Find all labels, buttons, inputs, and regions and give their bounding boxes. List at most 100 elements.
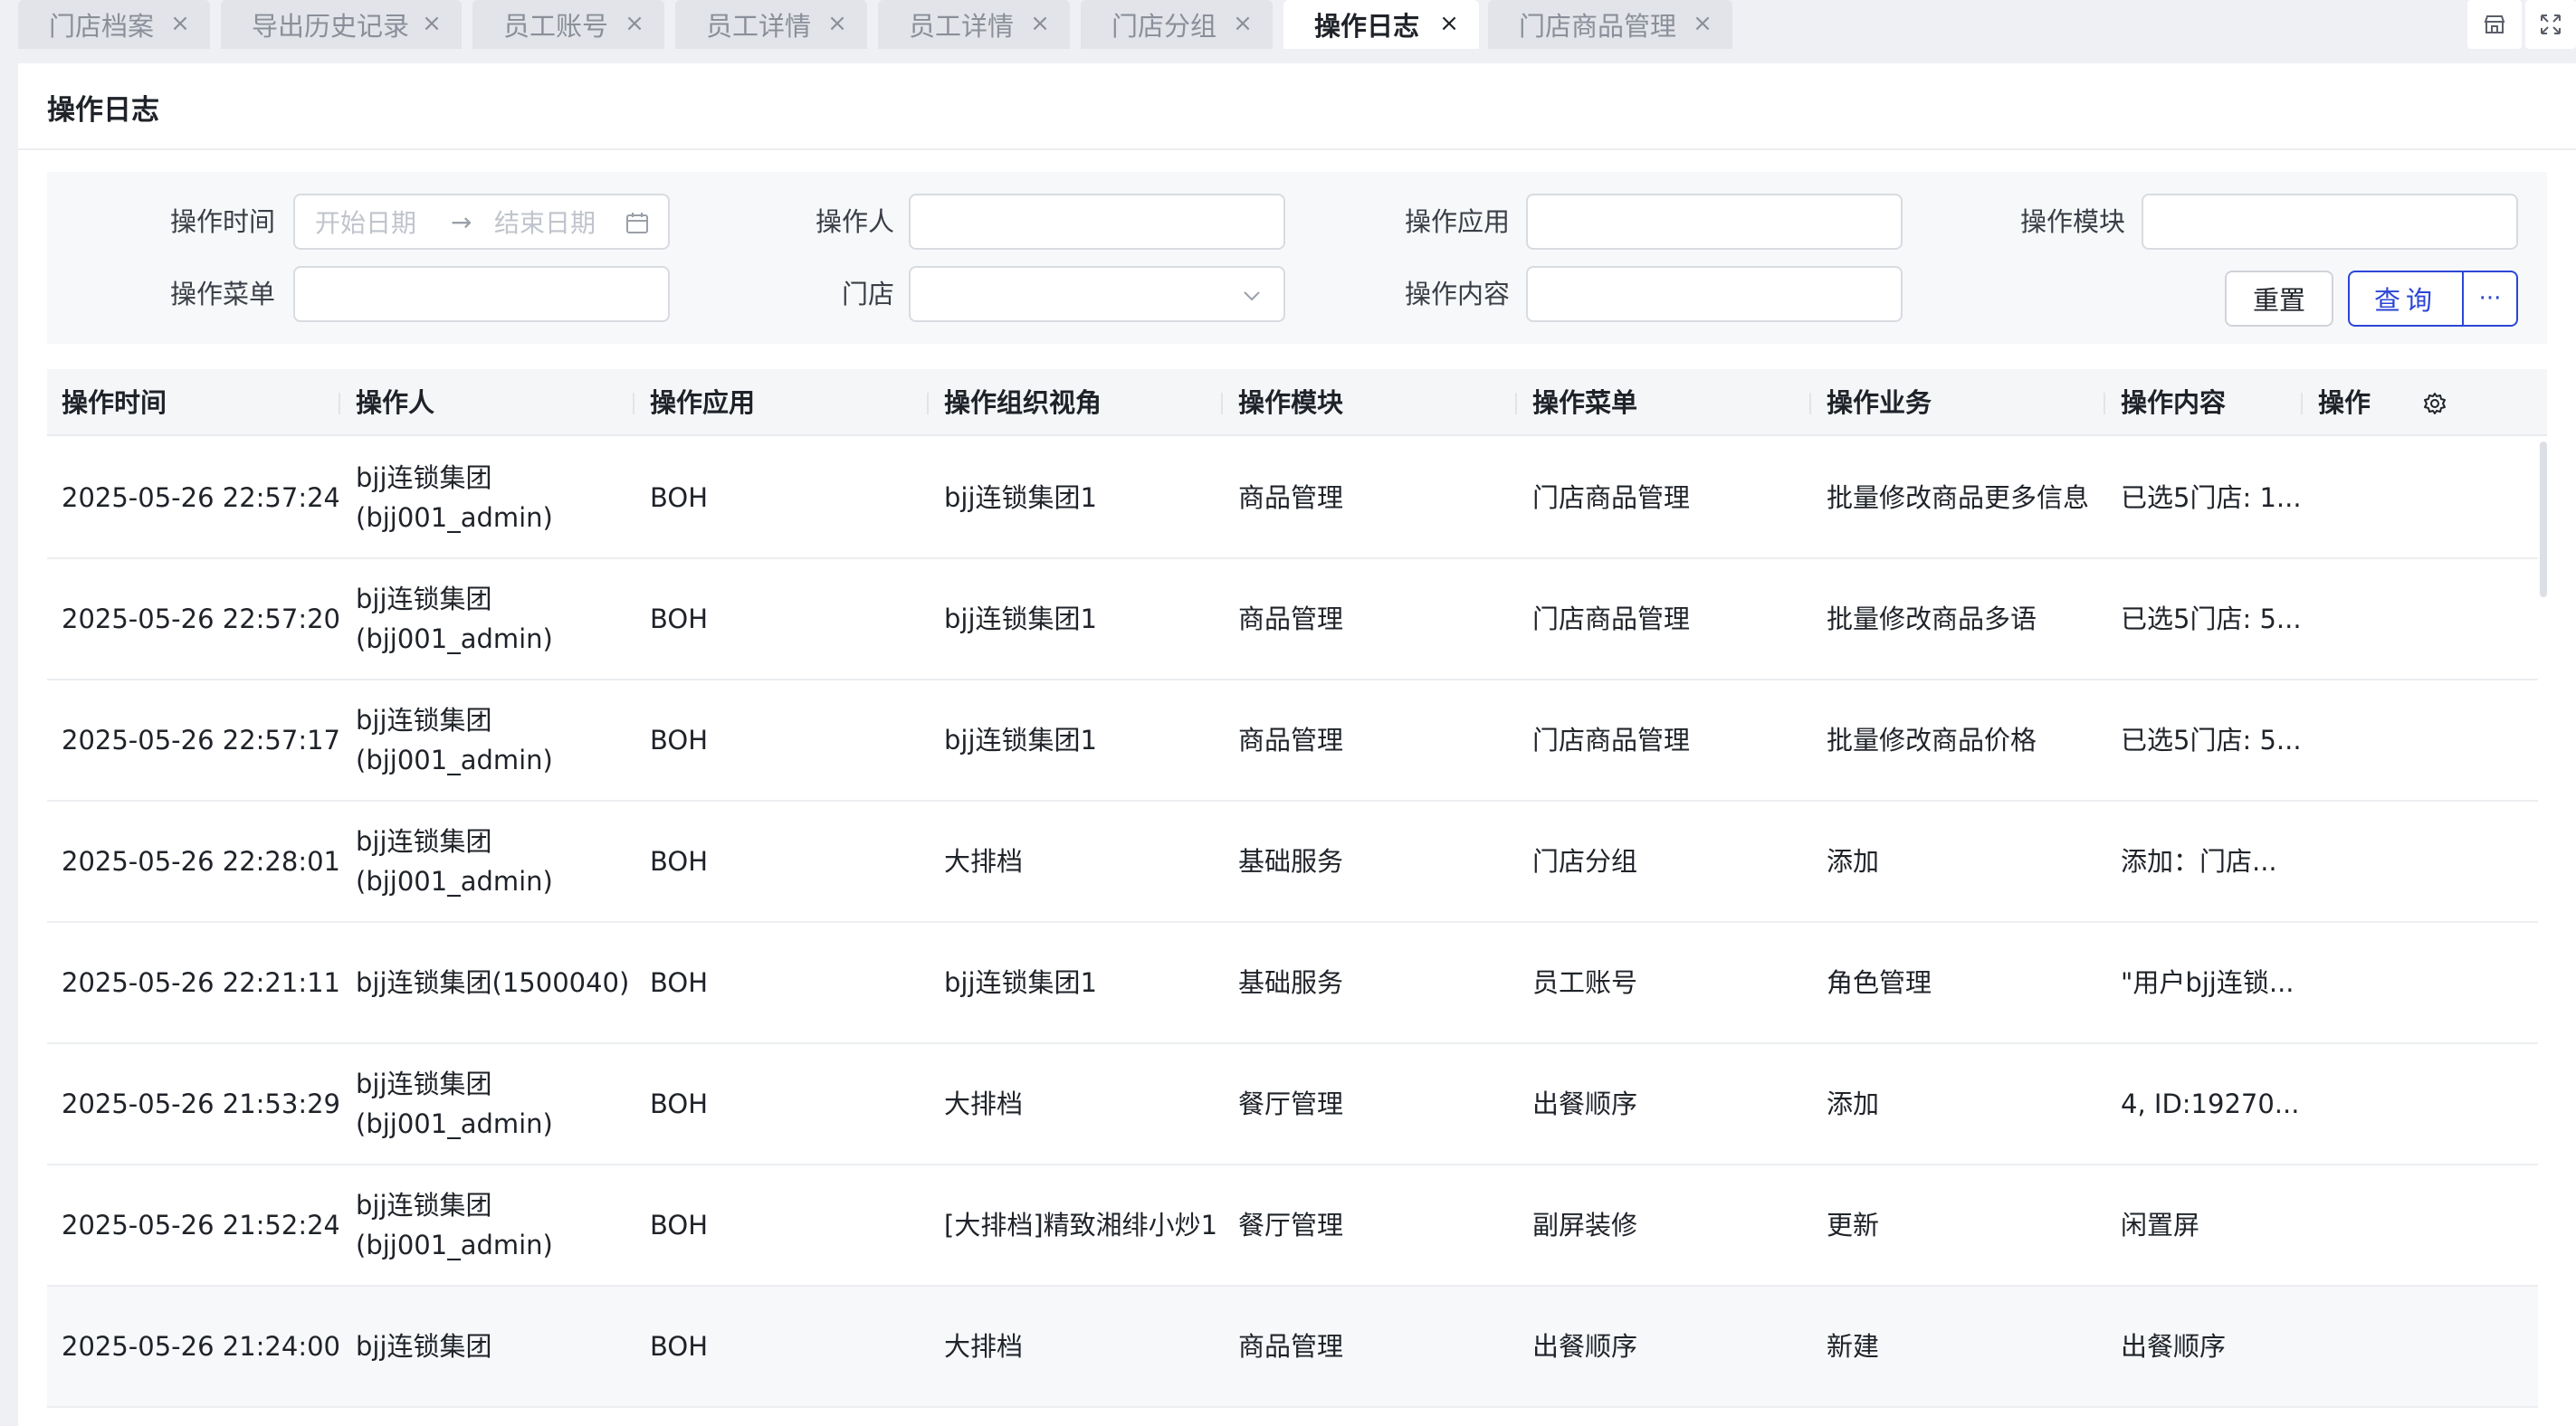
tab-store-product-mgmt[interactable]: 门店商品管理 ×: [1488, 0, 1732, 49]
tab-bar: 门店档案 × 导出历史记录 × 员工账号 × 员工详情 × 员工详情 × 门店分…: [0, 0, 2576, 49]
tab-operation-log[interactable]: 操作日志 ×: [1283, 0, 1479, 49]
gear-icon[interactable]: [2422, 391, 2447, 416]
cell-content: 出餐顺序: [2106, 1287, 2301, 1406]
table-row[interactable]: 2025-05-26 22:28:01 bjj连锁集团 (bjj001_admin)…: [47, 802, 2538, 923]
cell-content: 4, ID:19270...: [2106, 1044, 2301, 1164]
calendar-icon: [626, 213, 648, 233]
cell-operator: bjj连锁集团 (bjj001_admin): [341, 559, 633, 679]
close-icon[interactable]: ×: [621, 10, 648, 37]
tab-store-group[interactable]: 门店分组 ×: [1081, 0, 1273, 49]
menu-input[interactable]: [293, 266, 670, 322]
cell-actions: [2304, 438, 2547, 557]
cell-op-time: 2025-05-26 21:52:24: [47, 1165, 339, 1285]
cell-operator: bjj连锁集团(1500040): [341, 923, 633, 1042]
store-label: 门店: [841, 279, 894, 309]
table-row[interactable]: 2025-05-26 22:57:24 bjj连锁集团 (bjj001_admin)…: [47, 438, 2538, 559]
cell-org-view: bjj连锁集团1: [930, 559, 1221, 679]
close-icon[interactable]: ×: [1229, 10, 1256, 37]
more-button[interactable]: ···: [2462, 271, 2518, 327]
cell-org-view-text: bjj连锁集团1: [944, 604, 1097, 634]
query-button[interactable]: 查询: [2348, 271, 2464, 327]
tab-label: 员工详情: [909, 11, 1015, 42]
close-icon[interactable]: ×: [418, 10, 445, 37]
date-range-picker[interactable]: 开始日期 → 结束日期: [293, 194, 670, 250]
fullscreen-button[interactable]: [2525, 0, 2576, 49]
col-op-time[interactable]: 操作时间: [47, 369, 167, 436]
table-row[interactable]: 2025-05-26 22:57:17 bjj连锁集团 (bjj001_admin)…: [47, 680, 2538, 802]
table-row[interactable]: 2025-05-26 22:21:11 bjj连锁集团(1500040) BOH bj…: [47, 923, 2538, 1044]
cell-menu: 副屏装修: [1518, 1165, 1809, 1285]
cell-app-text: BOH: [650, 725, 709, 756]
cell-app: BOH: [635, 438, 927, 557]
tab-label: 门店商品管理: [1519, 11, 1677, 42]
cell-op-time: 2025-05-26 22:28:01: [47, 802, 339, 921]
col-operator[interactable]: 操作人: [341, 369, 434, 436]
col-module[interactable]: 操作模块: [1224, 369, 1343, 436]
cell-op-time: 2025-05-26 22:57:20: [47, 559, 339, 679]
tab-label: 门店分组: [1111, 11, 1217, 42]
col-app[interactable]: 操作应用: [635, 369, 755, 436]
cell-app-text: BOH: [650, 604, 709, 634]
app-input[interactable]: [1526, 194, 1903, 250]
cell-op-time-text: 2025-05-26 21:53:29: [62, 1089, 339, 1119]
tab-label: 导出历史记录: [252, 11, 410, 42]
tab-employee-detail[interactable]: 员工详情 ×: [675, 0, 867, 49]
cell-business: 批量修改商品价格: [1812, 680, 2104, 800]
tab-label: 门店档案: [49, 11, 155, 42]
tab-export-history[interactable]: 导出历史记录 ×: [221, 0, 462, 49]
cell-org-view-text: 大排档: [944, 1089, 1024, 1119]
close-icon[interactable]: ×: [1436, 10, 1463, 37]
content-label: 操作内容: [1404, 279, 1510, 309]
cell-menu-text: 门店分组: [1532, 846, 1638, 877]
table-row[interactable]: 2025-05-26 21:52:24 bjj连锁集团 (bjj001_admin)…: [47, 1165, 2538, 1287]
cell-app-text: BOH: [650, 1331, 709, 1362]
col-separator: [927, 393, 929, 414]
cell-content: 已选5门店: 1...: [2106, 438, 2301, 557]
cell-business-text: 批量修改商品多语: [1827, 604, 2037, 634]
col-menu[interactable]: 操作菜单: [1518, 369, 1637, 436]
cell-business-text: 添加: [1827, 846, 1880, 877]
close-icon[interactable]: ×: [167, 10, 194, 37]
cell-content-text: 已选5门店: 5...: [2121, 604, 2301, 634]
cell-menu-text: 出餐顺序: [1532, 1089, 1638, 1119]
cell-menu-text: 副屏装修: [1532, 1210, 1638, 1241]
close-icon[interactable]: ×: [1026, 10, 1054, 37]
close-icon[interactable]: ×: [824, 10, 851, 37]
table-row[interactable]: 2025-05-26 21:24:00 bjj连锁集团 BOH 大排档 商品管理 出餐顺序…: [47, 1287, 2538, 1408]
tab-store-archive[interactable]: 门店档案 ×: [18, 0, 210, 49]
store-select[interactable]: [909, 266, 1285, 322]
cell-business: 批量修改商品多语: [1812, 559, 2104, 679]
cell-op-time-text: 2025-05-26 21:52:24: [62, 1210, 339, 1241]
scrollbar-thumb[interactable]: [2540, 442, 2547, 597]
start-date-placeholder: 开始日期: [315, 208, 417, 238]
cell-menu: 出餐顺序: [1518, 1287, 1809, 1406]
cell-business: 添加: [1812, 1044, 2104, 1164]
cell-business-text: 新建: [1827, 1331, 1880, 1362]
module-input[interactable]: [2142, 194, 2518, 250]
tab-employee-account[interactable]: 员工账号 ×: [472, 0, 664, 49]
cell-content: 添加：门店...: [2106, 802, 2301, 921]
cell-op-time-text: 2025-05-26 22:28:01: [62, 846, 339, 877]
cell-business-text: 更新: [1827, 1210, 1880, 1241]
cell-business: 批量修改商品更多信息: [1812, 438, 2104, 557]
cell-org-view-text: bjj连锁集团1: [944, 482, 1097, 513]
tab-label: 员工详情: [706, 11, 812, 42]
operator-input[interactable]: [909, 194, 1285, 250]
table-row[interactable]: 2025-05-26 22:57:20 bjj连锁集团 (bjj001_admin)…: [47, 559, 2538, 680]
arrow-icon: →: [451, 206, 472, 237]
tab-employee-detail-2[interactable]: 员工详情 ×: [878, 0, 1070, 49]
cell-op-time: 2025-05-26 22:21:11: [47, 923, 339, 1042]
page-title: 操作日志: [47, 94, 159, 127]
cell-org-view: bjj连锁集团1: [930, 680, 1221, 800]
reset-button[interactable]: 重置: [2225, 271, 2333, 327]
close-icon[interactable]: ×: [1689, 10, 1716, 37]
table-row[interactable]: 2025-05-26 21:53:29 bjj连锁集团 (bjj001_admin)…: [47, 1044, 2538, 1165]
col-separator: [1515, 393, 1517, 414]
cell-module-text: 餐厅管理: [1238, 1210, 1344, 1241]
col-business[interactable]: 操作业务: [1812, 369, 1932, 436]
col-content[interactable]: 操作内容: [2106, 369, 2226, 436]
content-input[interactable]: [1526, 266, 1903, 322]
store-icon-button[interactable]: [2467, 0, 2522, 49]
cell-business-text: 批量修改商品价格: [1827, 725, 2037, 756]
col-org-view[interactable]: 操作组织视角: [930, 369, 1102, 436]
